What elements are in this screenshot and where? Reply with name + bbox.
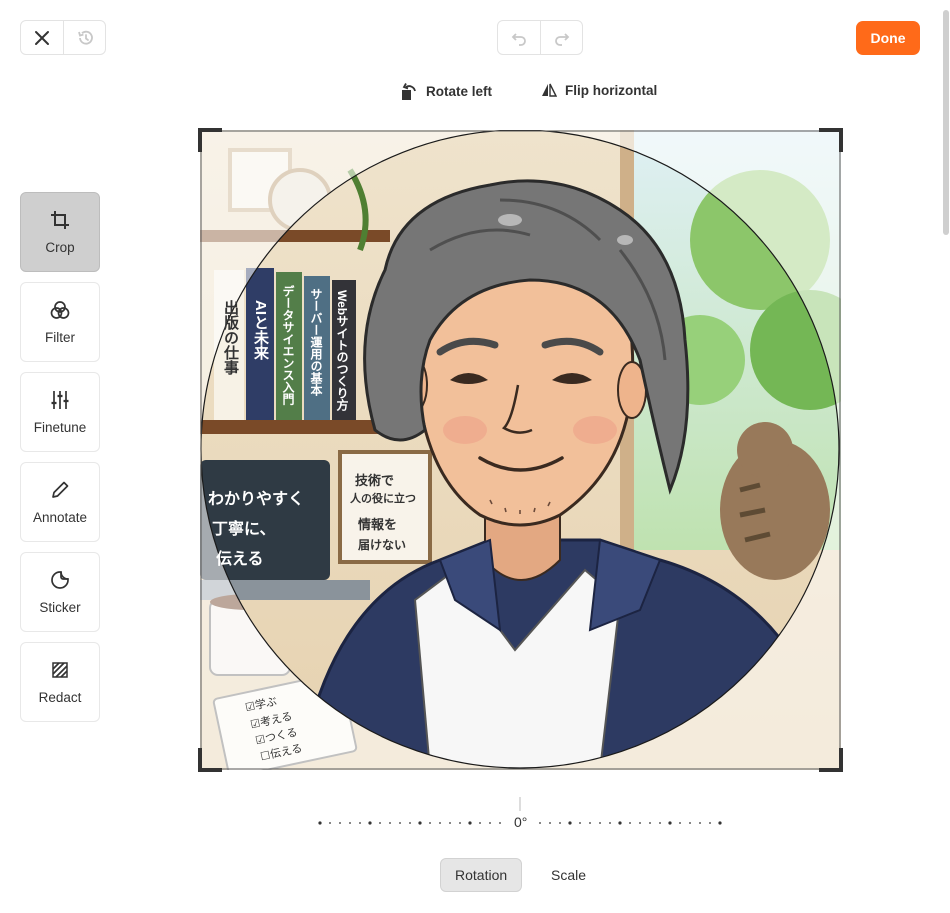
- dial-tick: [668, 821, 672, 825]
- scrollbar[interactable]: [943, 10, 949, 235]
- sidebar-item-annotate[interactable]: Annotate: [20, 462, 100, 542]
- dial-tick: [359, 822, 361, 824]
- dial-tick: [449, 822, 451, 824]
- dial-tick: [568, 821, 572, 825]
- dial-tick: [489, 822, 491, 824]
- close-button[interactable]: [21, 21, 63, 54]
- dial-tick: [599, 822, 601, 824]
- sidebar-item-label: Crop: [45, 240, 75, 255]
- dial-tick: [399, 822, 401, 824]
- dial-tick: [559, 822, 561, 824]
- dial-tick: [689, 822, 691, 824]
- dial-tick: [499, 822, 501, 824]
- undo-icon: [511, 32, 526, 46]
- dial-tick: [468, 821, 472, 825]
- sliders-icon: [49, 389, 71, 411]
- dial-tick: [368, 821, 372, 825]
- dial-tick: [699, 822, 701, 824]
- rotate-left-label: Rotate left: [426, 84, 493, 99]
- dial-tick: [579, 822, 581, 824]
- redo-button[interactable]: [540, 21, 582, 54]
- crop-handle-bottom-left[interactable]: [198, 748, 222, 772]
- dial-tick: [589, 822, 591, 824]
- dial-tick: [349, 822, 351, 824]
- dial-tick: [339, 822, 341, 824]
- crop-handles: [198, 128, 843, 772]
- dial-tick: [649, 822, 651, 824]
- done-button[interactable]: Done: [856, 21, 920, 55]
- tab-scale[interactable]: Scale: [537, 858, 600, 892]
- dial-tick: [439, 822, 441, 824]
- history-icon: [77, 30, 93, 44]
- rotate-left-icon: [402, 83, 416, 100]
- sidebar-item-label: Annotate: [32, 510, 88, 525]
- dial-tick: [629, 822, 631, 824]
- dial-tick: [459, 822, 461, 824]
- dial-tick: [329, 822, 331, 824]
- crop-handle-top-left[interactable]: [198, 128, 222, 152]
- tab-rotation[interactable]: Rotation: [440, 858, 523, 892]
- flip-horizontal-label: Flip horizontal: [565, 82, 658, 98]
- revert-button[interactable]: [63, 21, 105, 54]
- sidebar-item-label: Sticker: [39, 600, 81, 615]
- flip-horizontal-button[interactable]: Flip horizontal: [541, 82, 657, 98]
- flip-horizontal-icon: [542, 83, 557, 97]
- sidebar-item-redact[interactable]: Redact: [20, 642, 100, 722]
- dial-tick: [718, 821, 722, 825]
- dial-tick: [429, 822, 431, 824]
- history-button-group: [20, 20, 106, 55]
- dial-tick: [609, 822, 611, 824]
- dial-tick: [679, 822, 681, 824]
- rotation-dial[interactable]: 0°: [300, 795, 740, 835]
- redo-icon: [554, 32, 569, 46]
- filter-icon: [49, 299, 71, 321]
- crop-handle-bottom-right[interactable]: [819, 748, 843, 772]
- dial-tick: [659, 822, 661, 824]
- sidebar-item-crop[interactable]: Crop: [20, 192, 100, 272]
- rotate-left-button[interactable]: Rotate left: [401, 82, 492, 101]
- sidebar-item-filter[interactable]: Filter: [20, 282, 100, 362]
- dial-tick: [418, 821, 422, 825]
- sidebar-item-label: Filter: [45, 330, 75, 345]
- dial-tick: [409, 822, 411, 824]
- sidebar-item-sticker[interactable]: Sticker: [20, 552, 100, 632]
- pencil-icon: [49, 479, 71, 501]
- rotation-value: 0°: [512, 814, 530, 830]
- crop-icon: [49, 209, 71, 231]
- redact-icon: [49, 659, 71, 681]
- dial-tick: [709, 822, 711, 824]
- sidebar-item-label: Finetune: [33, 420, 87, 435]
- sidebar-item-finetune[interactable]: Finetune: [20, 372, 100, 452]
- crop-handle-top-right[interactable]: [819, 128, 843, 152]
- crop-actions: Rotate left Flip horizontal: [0, 82, 950, 104]
- dial-tick: [549, 822, 551, 824]
- dial-tick: [389, 822, 391, 824]
- undo-redo-group: [497, 20, 583, 55]
- dial-tick: [479, 822, 481, 824]
- sidebar-item-label: Redact: [38, 690, 82, 705]
- undo-button[interactable]: [498, 21, 540, 54]
- sticker-icon: [49, 569, 71, 591]
- dial-tick: [379, 822, 381, 824]
- dial-tick: [318, 821, 322, 825]
- dial-tick: [618, 821, 622, 825]
- dial-tick: [539, 822, 541, 824]
- close-icon: [35, 30, 49, 45]
- dial-tick: [639, 822, 641, 824]
